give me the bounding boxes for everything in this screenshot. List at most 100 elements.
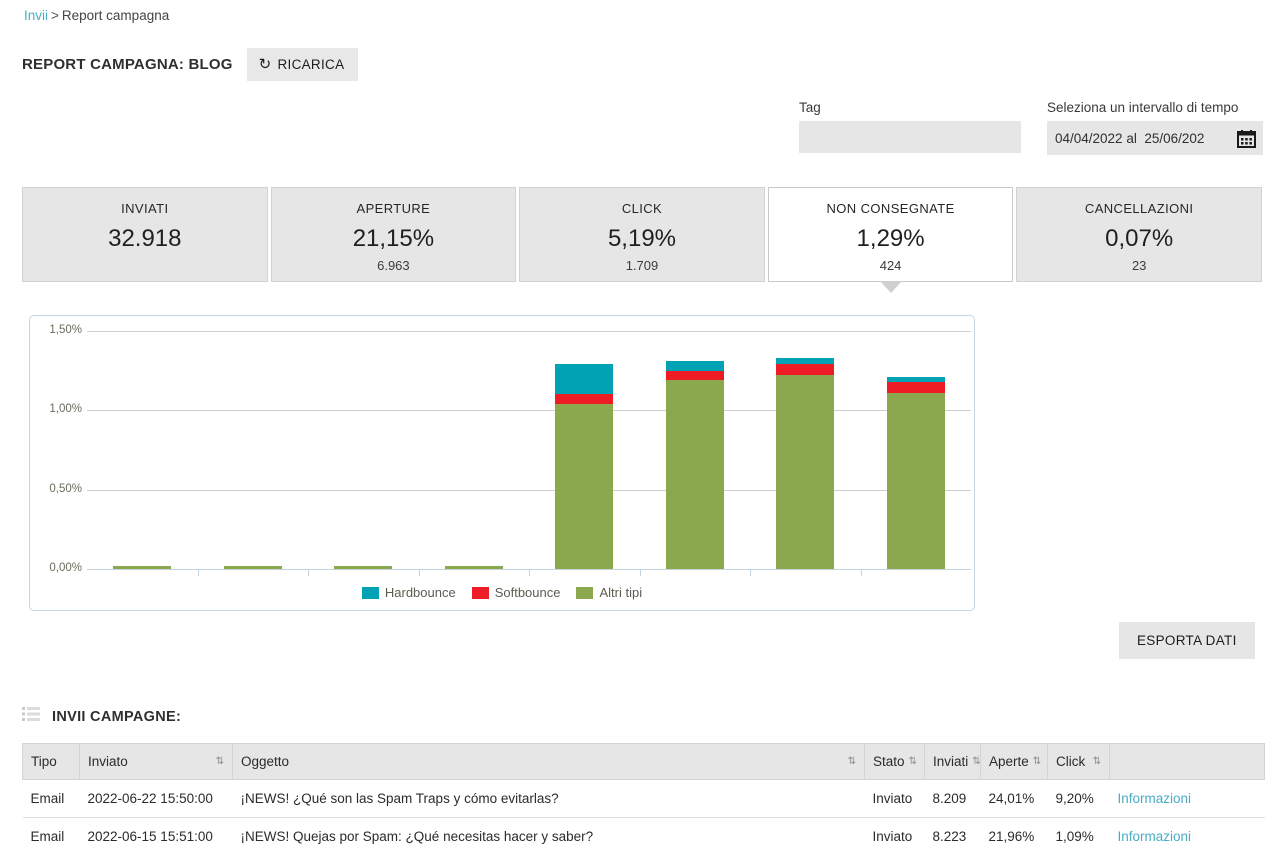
cell-oggetto: ¡NEWS! Quejas por Spam: ¿Qué necesitas h… [232, 817, 865, 851]
breadcrumb-separator: > [51, 8, 59, 23]
date-range-label: Seleziona un intervallo di tempo [1047, 100, 1239, 115]
chart-ytick-label: 0,50% [49, 482, 82, 495]
bounce-chart-panel: 0,00% 0,50% 1,00% 1,50% Hardbounce Softbounc… [29, 315, 975, 611]
chart-bar[interactable] [334, 565, 393, 569]
cell-stato: Inviato [864, 779, 925, 818]
tag-filter: Tag [799, 100, 1021, 153]
chart-bar[interactable] [444, 565, 503, 569]
tag-input[interactable] [799, 121, 1021, 153]
chart-bar[interactable] [113, 565, 172, 569]
kpi-card-cancellazioni[interactable]: CANCELLAZIONI 0,07% 23 [1016, 187, 1262, 282]
kpi-value: 21,15% [352, 225, 435, 252]
legend-item-hardbounce[interactable]: Hardbounce [361, 585, 456, 600]
kpi-cards: INVIATI 32.918 APERTURE 21,15% 6.963 CLICK 5,1… [22, 187, 1262, 293]
sends-section-header: INVII CAMPAGNE: [22, 706, 181, 727]
kpi-card-inviati[interactable]: INVIATI 32.918 [22, 187, 268, 282]
reload-button[interactable]: ↻ RICARICA [246, 48, 359, 81]
kpi-label: NON CONSEGNATE [826, 201, 955, 216]
cell-inviato: 2022-06-15 15:51:00 [79, 817, 233, 851]
info-link[interactable]: Informazioni [1118, 829, 1192, 844]
campaign-sends-table: Tipo Inviato ⇅ Oggetto ⇅ Stato ⇅ Inviati ⇅ Aperte… [22, 743, 1265, 851]
export-data-label: ESPORTA DATI [1137, 633, 1237, 648]
chart-xtick [418, 569, 420, 576]
table-header-inviati[interactable]: Inviati ⇅ [924, 743, 981, 780]
chart-bar[interactable] [555, 364, 614, 569]
legend-label: Altri tipi [599, 585, 643, 600]
info-link[interactable]: Informazioni [1118, 791, 1192, 806]
table-header-label: Click [1056, 754, 1086, 769]
table-header-label: Stato [873, 754, 905, 769]
legend-item-altri-tipi[interactable]: Altri tipi [576, 585, 642, 600]
table-header-stato[interactable]: Stato ⇅ [864, 743, 925, 780]
chart-xtick [750, 569, 751, 576]
table-header-aperte[interactable]: Aperte ⇅ [980, 743, 1048, 780]
kpi-label: APERTURE [356, 201, 431, 216]
chart-bar[interactable] [886, 377, 945, 569]
chart-bar-segment-altri-tipi [223, 565, 282, 569]
cell-oggetto: ¡NEWS! ¿Qué son las Spam Traps y cómo ev… [232, 779, 865, 818]
chart-bar-segment-altri-tipi [113, 565, 172, 569]
table-header-oggetto[interactable]: Oggetto ⇅ [232, 743, 865, 780]
calendar-icon[interactable] [1229, 121, 1263, 155]
filters-bar: Tag Seleziona un intervallo di tempo [0, 100, 1284, 170]
list-icon [22, 706, 40, 727]
chart-bar[interactable] [223, 565, 282, 569]
cell-actions: Informazioni [1109, 779, 1265, 818]
kpi-subvalue: 424 [879, 258, 902, 273]
cell-inviati: 8.209 [924, 779, 981, 818]
sort-toggle-icon[interactable]: ⇅ [1033, 756, 1041, 767]
kpi-value: 1,29% [856, 225, 925, 252]
chart-legend: Hardbounce Softbounce Altri tipi [30, 585, 974, 600]
kpi-value: 32.918 [108, 225, 182, 252]
chart-xtick [860, 569, 862, 576]
chart-xtick [308, 569, 309, 576]
date-range-input[interactable] [1047, 121, 1229, 155]
cell-tipo: Email [22, 779, 80, 818]
chart-bar-segment-altri-tipi [665, 380, 724, 569]
page-title: REPORT CAMPAGNA: BLOG [22, 56, 233, 73]
chart-ytick-label: 1,00% [49, 403, 82, 416]
table-header-actions [1109, 743, 1265, 780]
tag-label: Tag [799, 100, 821, 115]
chart-gridline [87, 331, 971, 332]
chart-bar-segment-altri-tipi [334, 565, 393, 569]
legend-item-softbounce[interactable]: Softbounce [471, 585, 560, 600]
date-range-field[interactable] [1047, 121, 1263, 155]
legend-swatch [471, 586, 489, 599]
chart-bar-segment-softbounce [555, 394, 614, 404]
legend-label: Hardbounce [384, 585, 456, 600]
refresh-icon: ↻ [258, 56, 272, 73]
chart-bar[interactable] [776, 358, 835, 569]
table-row: Email 2022-06-15 15:51:00 ¡NEWS! Quejas po… [22, 817, 1265, 851]
sort-toggle-icon[interactable]: ⇅ [216, 756, 224, 767]
kpi-card-aperture[interactable]: APERTURE 21,15% 6.963 [270, 187, 517, 282]
table-header-inviato[interactable]: Inviato ⇅ [79, 743, 233, 780]
kpi-active-caret [879, 281, 902, 293]
chart-bar-segment-softbounce [886, 381, 945, 393]
chart-bar-segment-hardbounce [665, 361, 724, 371]
table-header-label: Tipo [31, 754, 57, 769]
legend-swatch [361, 586, 379, 599]
cell-stato: Inviato [864, 817, 925, 851]
report-page: Invii > Report campagna REPORT CAMPAGNA: B… [0, 0, 1284, 851]
kpi-card-click[interactable]: CLICK 5,19% 1.709 [519, 187, 765, 282]
sort-toggle-icon[interactable]: ⇅ [1093, 756, 1101, 767]
table-header-click[interactable]: Click ⇅ [1047, 743, 1110, 780]
sort-toggle-icon[interactable]: ⇅ [848, 756, 856, 767]
table-header-tipo: Tipo [22, 743, 80, 780]
chart-bar-segment-softbounce [665, 370, 724, 381]
breadcrumb-link-invii[interactable]: Invii [24, 8, 48, 23]
sort-toggle-icon[interactable]: ⇅ [972, 756, 979, 767]
chart-bar[interactable] [665, 361, 724, 569]
kpi-subvalue: 6.963 [377, 258, 410, 273]
chart-xtick [197, 569, 199, 576]
chart-gridline [87, 489, 971, 491]
legend-swatch [576, 586, 594, 599]
kpi-card-non-consegnate[interactable]: NON CONSEGNATE 1,29% 424 [767, 187, 1014, 293]
table-header-label: Oggetto [241, 754, 290, 769]
cell-actions: Informazioni [1109, 817, 1265, 851]
export-data-button[interactable]: ESPORTA DATI [1119, 622, 1255, 659]
cell-click: 1,09% [1047, 817, 1110, 851]
sort-toggle-icon[interactable]: ⇅ [909, 756, 917, 767]
kpi-label: INVIATI [121, 201, 169, 216]
